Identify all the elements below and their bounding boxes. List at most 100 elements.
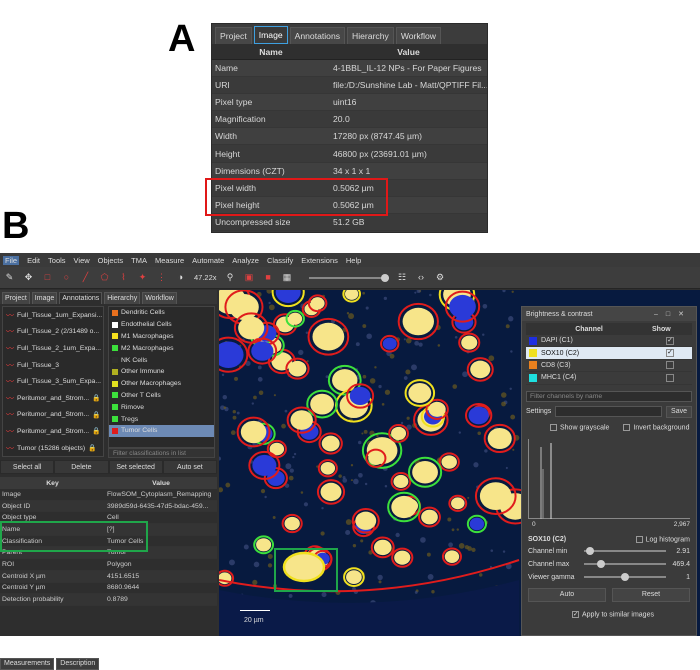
channel-row[interactable]: MHC1 (C4)	[526, 372, 692, 385]
table-row[interactable]: Pixel type uint16	[212, 94, 487, 112]
list-item[interactable]: 〰 Full_Tissue_1um_Expansi...	[3, 307, 103, 324]
window-controls[interactable]: –□✕	[654, 310, 692, 318]
brush-icon[interactable]: ✎	[4, 272, 15, 283]
auto-button[interactable]: Auto	[528, 588, 606, 603]
slider-track[interactable]	[584, 547, 666, 556]
list-item[interactable]: 〰 Full_Tissue_2_1um_Expa...	[3, 340, 103, 357]
menu-analyze[interactable]: Analyze	[232, 256, 259, 265]
slider-handle[interactable]	[585, 547, 594, 556]
channel-name-row: SOX10 (C2) Log histogram	[528, 535, 690, 543]
tab-image[interactable]: Image	[31, 292, 58, 304]
class-item[interactable]: Other Macrophages	[109, 378, 214, 390]
contrast-icon[interactable]: ◑	[175, 272, 186, 283]
tab-annotations[interactable]: Annotations	[59, 292, 103, 304]
ellipse-icon[interactable]: ○	[61, 272, 72, 283]
table-row[interactable]: Uncompressed size 51.2 GB	[212, 214, 487, 231]
polygon-icon[interactable]: ⬠	[99, 272, 110, 283]
slider-track[interactable]	[584, 560, 666, 569]
fill-annotations-icon[interactable]: ■	[263, 272, 274, 283]
points-icon[interactable]: ⋮	[156, 272, 167, 283]
class-item[interactable]: Other Immune	[109, 366, 214, 378]
class-item[interactable]: NK Cells	[109, 354, 214, 366]
settings-icon[interactable]: ⚙	[435, 272, 446, 283]
opacity-slider[interactable]	[308, 273, 389, 282]
tab-hierarchy[interactable]: Hierarchy	[347, 27, 394, 44]
polyline-icon[interactable]: ⌇	[118, 272, 129, 283]
slider-handle[interactable]	[620, 573, 629, 582]
menu-view[interactable]: View	[74, 256, 90, 265]
class-item[interactable]: M1 Macrophages	[109, 331, 214, 343]
apply-similar-checkbox[interactable]: ✓ Apply to similar images	[572, 611, 696, 619]
class-item[interactable]: Endothelial Cells	[109, 319, 214, 331]
channel-row[interactable]: CD8 (C3)	[526, 360, 692, 373]
set-selected-button[interactable]: Set selected	[108, 460, 163, 474]
tab-project[interactable]: Project	[2, 292, 30, 304]
menu-classify[interactable]: Classify	[267, 256, 293, 265]
table-row[interactable]: Height 46800 px (23691.01 µm)	[212, 145, 487, 163]
slider-handle[interactable]	[597, 560, 606, 569]
settings-dropdown[interactable]	[555, 406, 663, 418]
menu-edit[interactable]: Edit	[27, 256, 40, 265]
menu-measure[interactable]: Measure	[155, 256, 184, 265]
channel-show-checkbox[interactable]	[666, 373, 674, 382]
list-item[interactable]: 〰 Peritumor_and_Strom... 🔒	[3, 423, 103, 440]
menu-file[interactable]: File	[3, 255, 20, 265]
class-filter-input[interactable]: Filter classifications in list	[108, 448, 215, 458]
menu-extensions[interactable]: Extensions	[301, 256, 338, 265]
channel-row[interactable]: SOX10 (C2) ✓	[526, 347, 692, 360]
channel-show-checkbox[interactable]: ✓	[666, 349, 674, 358]
class-item[interactable]: Rimove	[109, 401, 214, 413]
class-item[interactable]: Tumor Cells	[109, 424, 214, 437]
list-item[interactable]: 〰 Tumor (15286 objects) 🔒	[3, 440, 103, 457]
table-row[interactable]: Magnification 20.0	[212, 111, 487, 129]
tab-measurements[interactable]: Measurements	[0, 658, 55, 670]
tab-workflow[interactable]: Workflow	[395, 27, 441, 44]
list-item[interactable]: 〰 Peritumor_and_Strom... 🔒	[3, 390, 103, 407]
auto-set-button[interactable]: Auto set	[162, 460, 217, 474]
menu-tools[interactable]: Tools	[48, 256, 66, 265]
zoom-icon[interactable]: ⚲	[225, 272, 236, 283]
channel-row[interactable]: DAPI (C1) ✓	[526, 335, 692, 348]
save-button[interactable]: Save	[666, 405, 692, 418]
slider-track[interactable]	[584, 573, 666, 582]
list-item[interactable]: 〰 Full_Tissue_3	[3, 357, 103, 374]
grid-icon[interactable]: ▦	[282, 272, 293, 283]
class-item[interactable]: Tregs	[109, 413, 214, 425]
delete-button[interactable]: Delete	[54, 460, 109, 474]
menu-help[interactable]: Help	[346, 256, 361, 265]
tab-project[interactable]: Project	[215, 27, 252, 44]
tab-description[interactable]: Description	[56, 658, 100, 670]
menu-automate[interactable]: Automate	[192, 256, 224, 265]
channel-show-checkbox[interactable]: ✓	[666, 336, 674, 345]
select-all-button[interactable]: Select all	[0, 460, 55, 474]
class-item[interactable]: Dendritic Cells	[109, 307, 214, 319]
move-icon[interactable]: ✥	[23, 272, 34, 283]
class-item[interactable]: Other T Cells	[109, 390, 214, 402]
show-grayscale-checkbox[interactable]: Show grayscale	[550, 423, 609, 431]
line-icon[interactable]: ╱	[80, 272, 91, 283]
wand-icon[interactable]: ✦	[137, 272, 148, 283]
list-item[interactable]: 〰 Full_Tissue_2 (2/31489 o...	[3, 324, 103, 341]
script-icon[interactable]: ‹›	[416, 272, 427, 283]
table-row[interactable]: Name 4-1BBL_IL-12 NPs - For Paper Figures	[212, 60, 487, 78]
property-name: Name	[215, 63, 238, 74]
rectangle-icon[interactable]: □	[42, 272, 53, 283]
show-annotations-icon[interactable]: ▣	[244, 272, 255, 283]
class-item[interactable]: M2 Macrophages	[109, 342, 214, 354]
menu-objects[interactable]: Objects	[98, 256, 123, 265]
list-item[interactable]: 〰 Full_Tissue_3_5um_Expa...	[3, 373, 103, 390]
tab-hierarchy[interactable]: Hierarchy	[104, 292, 141, 304]
tab-workflow[interactable]: Workflow	[142, 292, 177, 304]
menu-tma[interactable]: TMA	[131, 256, 147, 265]
table-row[interactable]: URI file:/D:/Sunshine Lab - Matt/QPTIFF F…	[212, 77, 487, 95]
table-icon[interactable]: ☷	[397, 272, 408, 283]
invert-background-checkbox[interactable]: Invert background	[623, 423, 689, 431]
tab-image[interactable]: Image	[253, 26, 288, 44]
tab-annotations[interactable]: Annotations	[289, 27, 346, 44]
table-row[interactable]: Width 17280 px (8747.45 µm)	[212, 128, 487, 146]
channel-show-checkbox[interactable]	[666, 361, 674, 370]
list-item[interactable]: 〰 Peritumor_and_Strom... 🔒	[3, 407, 103, 424]
log-histogram-checkbox[interactable]: Log histogram	[635, 535, 690, 543]
channel-filter-input[interactable]: Filter channels by name	[526, 390, 692, 402]
reset-button[interactable]: Reset	[612, 588, 690, 603]
